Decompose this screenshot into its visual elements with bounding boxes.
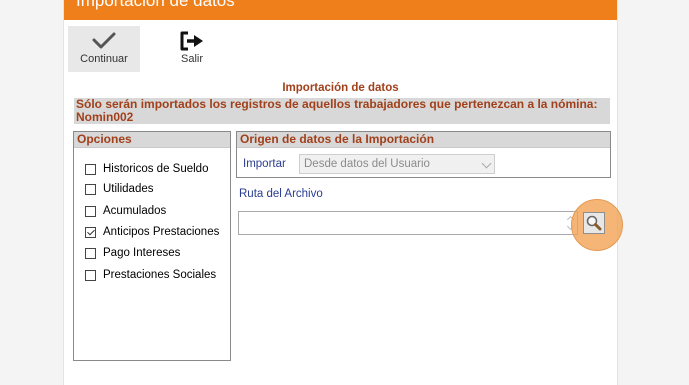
nomina-notice: Sólo serán importados los registros de a… [74, 98, 610, 124]
browse-button[interactable] [583, 212, 605, 234]
checkbox[interactable] [85, 183, 96, 195]
option-label: Utilidades [103, 183, 154, 195]
magnifier-icon [586, 215, 602, 231]
option-acumulados[interactable]: Acumulados [85, 204, 166, 218]
checkbox[interactable] [85, 247, 96, 259]
opciones-title: Opciones [74, 132, 230, 148]
exit-icon [180, 31, 203, 51]
checkbox[interactable] [85, 269, 96, 281]
importar-value: Desde datos del Usuario [304, 158, 430, 170]
option-pago-intereses[interactable]: Pago Intereses [85, 246, 180, 260]
option-historicos-de-sueldo[interactable]: Historicos de Sueldo [85, 162, 208, 176]
import-window: Importación de datos Continuar Salir Imp… [63, 0, 623, 385]
origen-group: Origen de datos de la Importación Import… [236, 131, 611, 178]
option-label: Prestaciones Sociales [103, 269, 217, 281]
title-bar: Importación de datos [64, 0, 617, 20]
ruta-label: Ruta del Archivo [239, 188, 323, 200]
salir-button[interactable]: Salir [162, 26, 222, 72]
ruta-archivo-input[interactable] [238, 211, 578, 235]
origen-title: Origen de datos de la Importación [237, 132, 610, 148]
option-label: Acumulados [103, 205, 167, 217]
importar-select[interactable]: Desde datos del Usuario [299, 154, 495, 174]
notice-line-1: Sólo serán importados los registros de a… [76, 97, 598, 111]
checkmark-icon [92, 32, 116, 49]
importar-label: Importar [243, 158, 286, 170]
opciones-group: Opciones Historicos de Sueldo Utilidades… [73, 131, 231, 361]
option-label: Pago Intereses [103, 247, 181, 259]
chevron-down-icon [481, 158, 492, 169]
window-title: Importación de datos [76, 0, 235, 10]
option-label: Anticipos Prestaciones [103, 226, 220, 238]
continuar-label: Continuar [80, 53, 128, 65]
checkbox-checked[interactable] [85, 226, 96, 238]
checkbox[interactable] [85, 163, 96, 175]
continuar-button[interactable]: Continuar [68, 26, 140, 72]
option-anticipos-prestaciones[interactable]: Anticipos Prestaciones [85, 225, 219, 239]
option-utilidades[interactable]: Utilidades [85, 182, 154, 196]
salir-label: Salir [180, 53, 203, 65]
option-prestaciones-sociales[interactable]: Prestaciones Sociales [85, 268, 216, 282]
page-heading: Importación de datos [282, 82, 399, 94]
option-label: Historicos de Sueldo [103, 163, 209, 175]
notice-line-2: Nomin002 [76, 110, 134, 124]
checkbox[interactable] [85, 205, 96, 217]
